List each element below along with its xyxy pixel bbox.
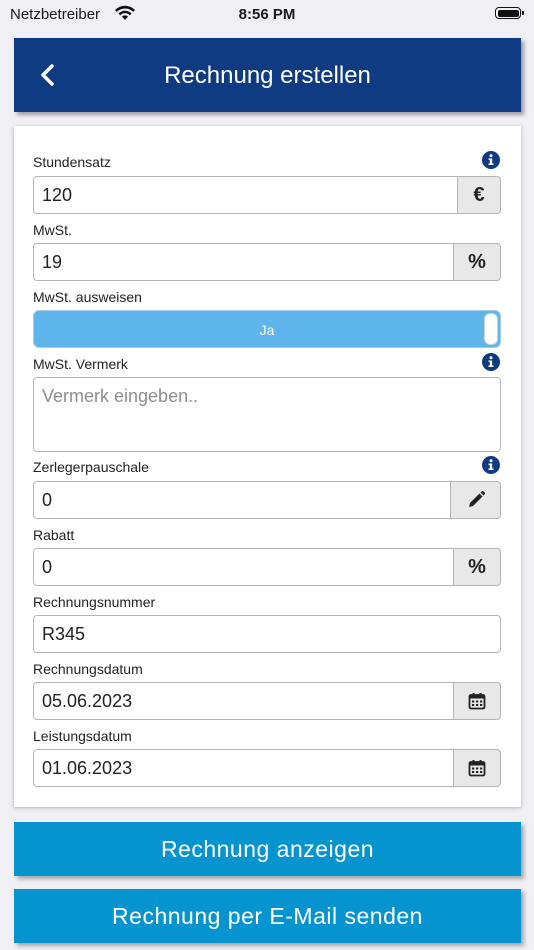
calendar-icon: [468, 693, 486, 710]
show-invoice-button[interactable]: Rechnung anzeigen: [14, 822, 521, 876]
mwst-label: MwSt.: [33, 222, 72, 238]
calendar-icon: [468, 760, 486, 777]
mwst-vermerk-label: MwSt. Vermerk: [33, 356, 128, 372]
toggle-value: Ja: [259, 322, 275, 338]
zerlegerpauschale-label: Zerlegerpauschale: [33, 459, 149, 475]
stundensatz-label: Stundensatz: [33, 154, 111, 170]
rechnungsnummer-label: Rechnungsnummer: [33, 594, 156, 610]
zerlegerpauschale-input[interactable]: 0: [33, 481, 451, 519]
toggle-knob[interactable]: [484, 313, 498, 345]
edit-button[interactable]: [451, 481, 501, 519]
leistungsdatum-calendar-button[interactable]: [454, 749, 501, 787]
mwst-vermerk-textarea[interactable]: Vermerk eingeben..: [33, 377, 501, 452]
leistungsdatum-label: Leistungsdatum: [33, 728, 132, 744]
rabatt-label: Rabatt: [33, 527, 75, 543]
mwst-ausweisen-toggle[interactable]: Ja: [33, 310, 501, 348]
euro-addon: €: [458, 176, 501, 214]
percent-addon: %: [454, 243, 501, 281]
info-icon[interactable]: [482, 151, 500, 169]
mwst-ausweisen-label: MwSt. ausweisen: [33, 289, 142, 305]
rechnungsdatum-calendar-button[interactable]: [454, 682, 501, 720]
invoice-form-card: Stundensatz 120 € MwSt. 19 % MwSt. auswe…: [14, 126, 521, 807]
leistungsdatum-input[interactable]: 01.06.2023: [33, 749, 454, 787]
info-icon[interactable]: [482, 456, 500, 474]
mwst-input[interactable]: 19: [33, 243, 454, 281]
clock: 8:56 PM: [238, 6, 296, 23]
send-email-button[interactable]: Rechnung per E-Mail senden: [14, 889, 521, 943]
battery-icon: [495, 7, 524, 19]
nav-header: Rechnung erstellen: [14, 38, 521, 112]
pencil-icon: [468, 491, 485, 507]
rechnungsdatum-input[interactable]: 05.06.2023: [33, 682, 454, 720]
info-icon[interactable]: [482, 353, 500, 371]
page-title: Rechnung erstellen: [164, 62, 371, 89]
stundensatz-input[interactable]: 120: [33, 176, 458, 214]
rabatt-input[interactable]: 0: [33, 548, 454, 586]
status-bar: Netzbetreiber 8:56 PM: [0, 0, 534, 30]
rechnungsnummer-input[interactable]: R345: [33, 615, 501, 653]
percent-addon: %: [454, 548, 501, 586]
rechnungsdatum-label: Rechnungsdatum: [33, 661, 143, 677]
